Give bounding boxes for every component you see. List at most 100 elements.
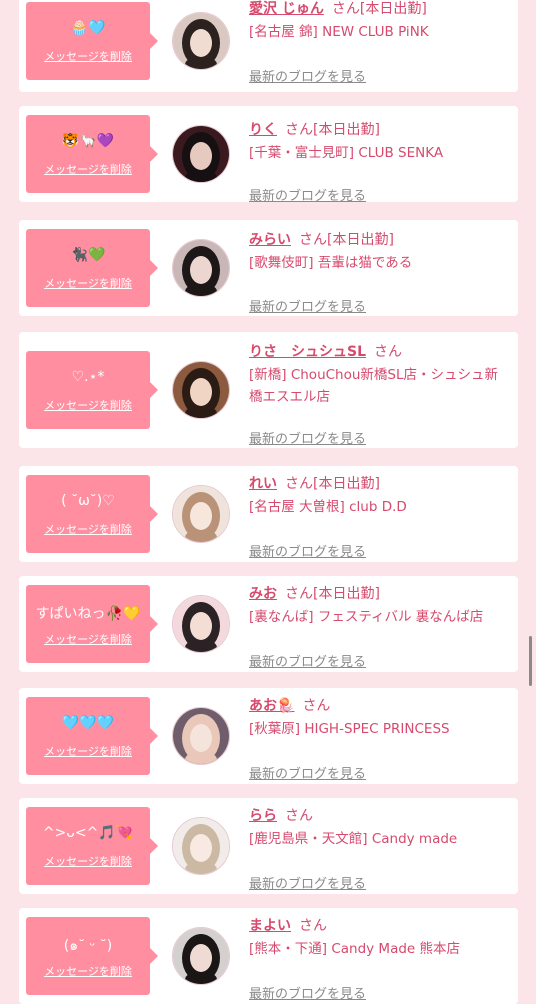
message-text: 🧁🩵: [70, 20, 106, 36]
message-text: ♡.⋆*: [71, 369, 105, 385]
cast-name-link[interactable]: まよい: [249, 918, 291, 934]
cast-name-link[interactable]: 愛沢 じゅん: [249, 1, 324, 17]
honorific: さん: [285, 122, 313, 138]
latest-blog-link[interactable]: 最新のブログを見る: [249, 763, 366, 782]
cast-info: 愛沢 じゅん さん[本日出勤] [名古屋 錦] NEW CLUB PiNK: [249, 0, 510, 43]
name-line: みお さん[本日出勤]: [249, 584, 510, 604]
avatar[interactable]: [172, 927, 230, 985]
cast-info: れい さん[本日出勤] [名古屋 大曽根] club D.D: [249, 474, 510, 518]
cast-info: みらい さん[本日出勤] [歌舞伎町] 吾輩は猫である: [249, 230, 510, 274]
name-line: れい さん[本日出勤]: [249, 474, 510, 494]
shop-name: [熊本・下通] Candy Made 熊本店: [249, 941, 461, 957]
message-bubble: 🩵🩵🩵 メッセージを削除: [26, 697, 158, 775]
message-bubble: すぱいねっ🥀💛 メッセージを削除: [26, 585, 158, 663]
delete-message-link[interactable]: メッセージを削除: [26, 631, 150, 647]
status-text: [本日出勤]: [313, 586, 380, 602]
honorific: さん: [374, 344, 403, 360]
shop-name: [歌舞伎町] 吾輩は猫である: [249, 255, 413, 271]
shop-name: [鹿児島県・天文館] Candy made: [249, 831, 458, 847]
delete-message-link[interactable]: メッセージを削除: [26, 48, 150, 64]
latest-blog-link[interactable]: 最新のブログを見る: [249, 651, 366, 670]
message-bubble: ( ˘ω˘)♡ メッセージを削除: [26, 475, 158, 553]
avatar[interactable]: [172, 595, 230, 653]
message-list: 🧁🩵 メッセージを削除 愛沢 じゅん さん[本日出勤] [名古屋 錦] NEW CLUB…: [0, 0, 536, 1004]
status-text: [本日出勤]: [313, 476, 380, 492]
shop-name: [秋葉原] HIGH-SPEC PRINCESS: [249, 721, 450, 737]
honorific: さん: [285, 808, 313, 824]
avatar[interactable]: [172, 707, 230, 765]
delete-message-link[interactable]: メッセージを削除: [26, 397, 150, 413]
delete-message-link[interactable]: メッセージを削除: [26, 743, 150, 759]
message-text: すぱいねっ🥀💛: [35, 606, 141, 622]
cast-info: らら さん [鹿児島県・天文館] Candy made: [249, 806, 510, 850]
message-text: ^>ᴗ<^🎵💘: [42, 825, 134, 841]
cast-info: まよい さん [熊本・下通] Candy Made 熊本店: [249, 916, 510, 960]
latest-blog-link[interactable]: 最新のブログを見る: [249, 983, 366, 1002]
shop-name: [裏なんば] フェスティバル 裏なんば店: [249, 609, 484, 625]
avatar[interactable]: [172, 485, 230, 543]
cast-name-link[interactable]: みらい: [249, 232, 291, 248]
message-text: (๑˘ ᵕ ˘): [63, 938, 113, 954]
honorific: さん: [331, 1, 360, 17]
status-text: [本日出勤]: [359, 1, 427, 17]
shop-name: [名古屋 大曽根] club D.D: [249, 499, 407, 515]
delete-message-link[interactable]: メッセージを削除: [26, 521, 150, 537]
message-card: (๑˘ ᵕ ˘) メッセージを削除 まよい さん [熊本・下通] Candy Made …: [19, 908, 518, 1004]
honorific: さん: [302, 698, 331, 714]
message-text: 🐈‍⬛💚: [70, 247, 106, 263]
message-bubble: ^>ᴗ<^🎵💘 メッセージを削除: [26, 807, 158, 885]
status-text: [本日出勤]: [327, 232, 394, 248]
avatar[interactable]: [172, 239, 230, 297]
honorific: さん: [285, 586, 313, 602]
avatar[interactable]: [172, 12, 230, 70]
shop-name: [新橋] ChouChou新橋SL店・シュシュ新橋エスエル店: [249, 367, 499, 405]
message-card: ^>ᴗ<^🎵💘 メッセージを削除 らら さん [鹿児島県・天文館] Candy made…: [19, 798, 518, 894]
latest-blog-link[interactable]: 最新のブログを見る: [249, 873, 366, 892]
message-bubble: ♡.⋆* メッセージを削除: [26, 351, 158, 429]
cast-name-link[interactable]: らら: [249, 808, 277, 824]
honorific: さん: [299, 232, 327, 248]
delete-message-link[interactable]: メッセージを削除: [26, 275, 150, 291]
cast-info: りく さん[本日出勤] [千葉・富士見町] CLUB SENKA: [249, 120, 510, 164]
shop-name: [千葉・富士見町] CLUB SENKA: [249, 145, 444, 161]
avatar[interactable]: [172, 361, 230, 419]
message-card: 🐈‍⬛💚 メッセージを削除 みらい さん[本日出勤] [歌舞伎町] 吾輩は猫である 最新の…: [19, 220, 518, 316]
honorific: さん: [285, 476, 313, 492]
latest-blog-link[interactable]: 最新のブログを見る: [249, 185, 366, 204]
cast-name-link[interactable]: あお🪼: [249, 698, 294, 714]
delete-message-link[interactable]: メッセージを削除: [26, 161, 150, 177]
delete-message-link[interactable]: メッセージを削除: [26, 963, 150, 979]
message-text: 🐯🦙💜: [61, 133, 115, 149]
message-bubble: (๑˘ ᵕ ˘) メッセージを削除: [26, 917, 158, 995]
message-text: ( ˘ω˘)♡: [61, 493, 115, 509]
cast-info: みお さん[本日出勤] [裏なんば] フェスティバル 裏なんば店: [249, 584, 510, 628]
honorific: さん: [299, 918, 327, 934]
latest-blog-link[interactable]: 最新のブログを見る: [249, 541, 366, 560]
status-text: [本日出勤]: [313, 122, 380, 138]
avatar[interactable]: [172, 817, 230, 875]
name-line: 愛沢 じゅん さん[本日出勤]: [249, 0, 510, 19]
cast-name-link[interactable]: れい: [249, 476, 277, 492]
message-card: 🩵🩵🩵 メッセージを削除 あお🪼 さん [秋葉原] HIGH-SPEC PRINCESS…: [19, 688, 518, 784]
message-card: 🧁🩵 メッセージを削除 愛沢 じゅん さん[本日出勤] [名古屋 錦] NEW CLUB…: [19, 0, 518, 92]
name-line: あお🪼 さん: [249, 696, 510, 716]
message-bubble: 🐈‍⬛💚 メッセージを削除: [26, 229, 158, 307]
latest-blog-link[interactable]: 最新のブログを見る: [249, 428, 366, 447]
cast-name-link[interactable]: りさ シュシュSL: [249, 344, 366, 360]
avatar[interactable]: [172, 125, 230, 183]
message-bubble: 🐯🦙💜 メッセージを削除: [26, 115, 158, 193]
message-card: ♡.⋆* メッセージを削除 りさ シュシュSL さん [新橋] ChouChou新橋SL…: [19, 332, 518, 448]
cast-name-link[interactable]: みお: [249, 586, 277, 602]
name-line: まよい さん: [249, 916, 510, 936]
name-line: らら さん: [249, 806, 510, 826]
message-card: すぱいねっ🥀💛 メッセージを削除 みお さん[本日出勤] [裏なんば] フェスティバル …: [19, 576, 518, 672]
name-line: みらい さん[本日出勤]: [249, 230, 510, 250]
latest-blog-link[interactable]: 最新のブログを見る: [249, 66, 366, 85]
message-text: 🩵🩵🩵: [61, 715, 115, 731]
message-card: 🐯🦙💜 メッセージを削除 りく さん[本日出勤] [千葉・富士見町] CLUB SENK…: [19, 106, 518, 204]
scrollbar[interactable]: [529, 636, 532, 686]
cast-name-link[interactable]: りく: [249, 122, 277, 138]
delete-message-link[interactable]: メッセージを削除: [26, 853, 150, 869]
cast-info: あお🪼 さん [秋葉原] HIGH-SPEC PRINCESS: [249, 696, 510, 740]
latest-blog-link[interactable]: 最新のブログを見る: [249, 296, 366, 315]
